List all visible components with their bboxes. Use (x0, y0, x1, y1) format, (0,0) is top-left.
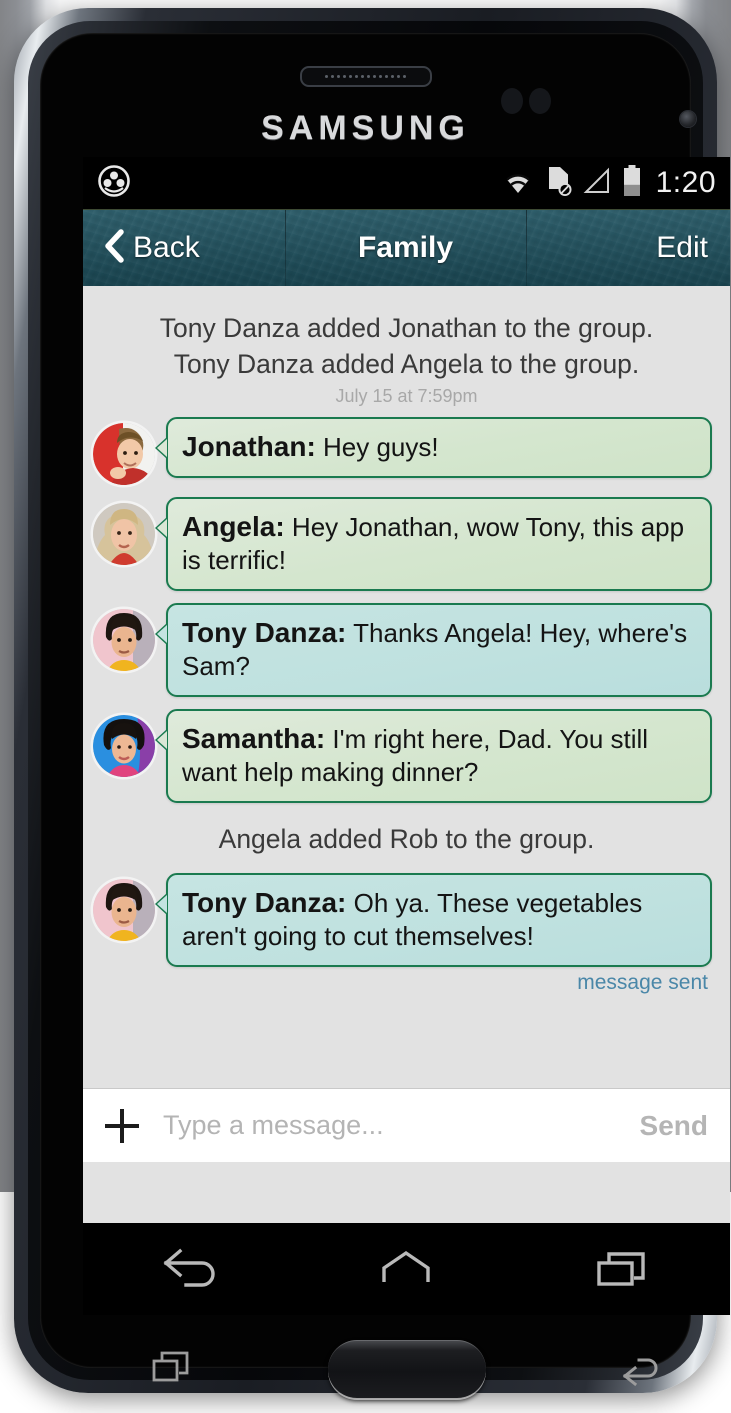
back-nav-icon[interactable] (160, 1246, 222, 1292)
recent-apps-hardware-key[interactable] (149, 1347, 197, 1392)
phone-bezel: SAMSUNG 1:20 Back Family Edit Tony Danza… (28, 21, 730, 1398)
message-bubble[interactable]: Jonathan: Hey guys! (155, 417, 712, 478)
tony-danza-avatar[interactable] (93, 609, 155, 671)
conversation-title: Family (285, 210, 526, 286)
conversation-title-label: Family (357, 231, 454, 264)
system-message: Tony Danza added Angela to the group. (173, 349, 640, 379)
phone-device: SAMSUNG 1:20 Back Family Edit Tony Danza… (14, 8, 730, 1398)
system-message-group-top: Tony Danza added Jonathan to the group. … (83, 310, 730, 407)
system-message: Angela added Rob to the group. (218, 824, 595, 854)
message-row[interactable]: Tony Danza: Oh ya. These vegetables aren… (83, 873, 730, 967)
message-sender: Angela: (182, 511, 285, 542)
message-bubble[interactable]: Tony Danza: Thanks Angela! Hey, where's … (155, 603, 712, 697)
message-text: Tony Danza: Oh ya. These vegetables aren… (182, 886, 696, 953)
hardware-button-row (83, 1319, 730, 1413)
samantha-avatar[interactable] (93, 715, 155, 777)
battery-icon (622, 164, 642, 202)
jonathan-avatar[interactable] (93, 423, 155, 485)
message-sender: Tony Danza: (182, 617, 347, 648)
earpiece-speaker (299, 66, 432, 87)
app-notification-icon (97, 164, 131, 203)
back-button[interactable]: Back (83, 210, 285, 286)
message-list[interactable]: Tony Danza added Jonathan to the group. … (83, 286, 730, 1088)
message-composer: Send (83, 1088, 730, 1162)
message-text: Tony Danza: Thanks Angela! Hey, where's … (182, 616, 696, 683)
status-bar-left (97, 164, 131, 203)
status-bar-clock: 1:20 (655, 166, 716, 199)
edit-button[interactable]: Edit (526, 210, 730, 286)
message-bubble[interactable]: Angela: Hey Jonathan, wow Tony, this app… (155, 497, 712, 591)
message-sender: Samantha: (182, 723, 326, 754)
tony-danza-avatar[interactable] (93, 879, 155, 941)
recent-apps-nav-icon[interactable] (591, 1246, 653, 1292)
message-input[interactable] (161, 1109, 626, 1142)
message-text: Samantha: I'm right here, Dad. You still… (182, 722, 696, 789)
message-bubble[interactable]: Tony Danza: Oh ya. These vegetables aren… (155, 873, 712, 967)
bubble-tail (155, 517, 167, 539)
app-title-bar: Back Family Edit (83, 209, 730, 286)
home-nav-icon[interactable] (375, 1246, 437, 1292)
android-soft-nav-bar (83, 1223, 730, 1315)
message-bubble-wrap: Angela: Hey Jonathan, wow Tony, this app… (155, 497, 712, 591)
bubble-tail (155, 893, 167, 915)
home-hardware-button[interactable] (327, 1340, 486, 1398)
plus-icon[interactable] (105, 1108, 139, 1143)
message-text: Jonathan: Hey guys! (182, 430, 696, 464)
message-bubble-wrap: Tony Danza: Thanks Angela! Hey, where's … (155, 603, 712, 697)
status-bar: 1:20 (83, 157, 730, 209)
message-row[interactable]: Jonathan: Hey guys! (83, 417, 730, 485)
message-text: Angela: Hey Jonathan, wow Tony, this app… (182, 510, 696, 577)
back-button-label: Back (133, 231, 200, 264)
cellular-signal-icon (583, 167, 611, 200)
message-bubble-wrap: Tony Danza: Oh ya. These vegetables aren… (155, 873, 712, 967)
phone-front-face: SAMSUNG 1:20 Back Family Edit Tony Danza… (40, 33, 730, 1398)
screenshot-root: SAMSUNG 1:20 Back Family Edit Tony Danza… (0, 0, 731, 1413)
message-row[interactable]: Angela: Hey Jonathan, wow Tony, this app… (83, 497, 730, 591)
no-sim-card-icon (546, 165, 572, 202)
back-hardware-key[interactable] (617, 1347, 665, 1392)
message-sender: Jonathan: (182, 431, 316, 462)
bubble-tail (155, 729, 167, 751)
bubble-tail (155, 623, 167, 645)
chevron-left-icon (103, 228, 125, 268)
send-button[interactable]: Send (640, 1110, 708, 1142)
device-brand-logo: SAMSUNG (261, 109, 470, 147)
message-bubble-wrap: Samantha: I'm right here, Dad. You still… (155, 709, 712, 803)
system-message-group-mid: Angela added Rob to the group. (83, 821, 730, 857)
message-row[interactable]: Samantha: I'm right here, Dad. You still… (83, 709, 730, 803)
status-bar-right: 1:20 (501, 164, 716, 202)
message-row[interactable]: Tony Danza: Thanks Angela! Hey, where's … (83, 603, 730, 697)
message-timestamp: July 15 at 7:59pm (335, 386, 478, 406)
delivery-status: message sent (577, 971, 708, 994)
wifi-icon (501, 167, 535, 199)
system-message: Tony Danza added Jonathan to the group. (159, 313, 654, 343)
phone-screen: 1:20 Back Family Edit Tony Danza added J… (83, 157, 730, 1223)
bubble-tail (155, 437, 167, 459)
message-bubble[interactable]: Samantha: I'm right here, Dad. You still… (155, 709, 712, 803)
message-body: Hey guys! (323, 432, 439, 462)
message-bubble-wrap: Jonathan: Hey guys! (155, 417, 712, 478)
angela-avatar[interactable] (93, 503, 155, 565)
message-sender: Tony Danza: (182, 887, 347, 918)
edit-button-label: Edit (656, 231, 708, 264)
